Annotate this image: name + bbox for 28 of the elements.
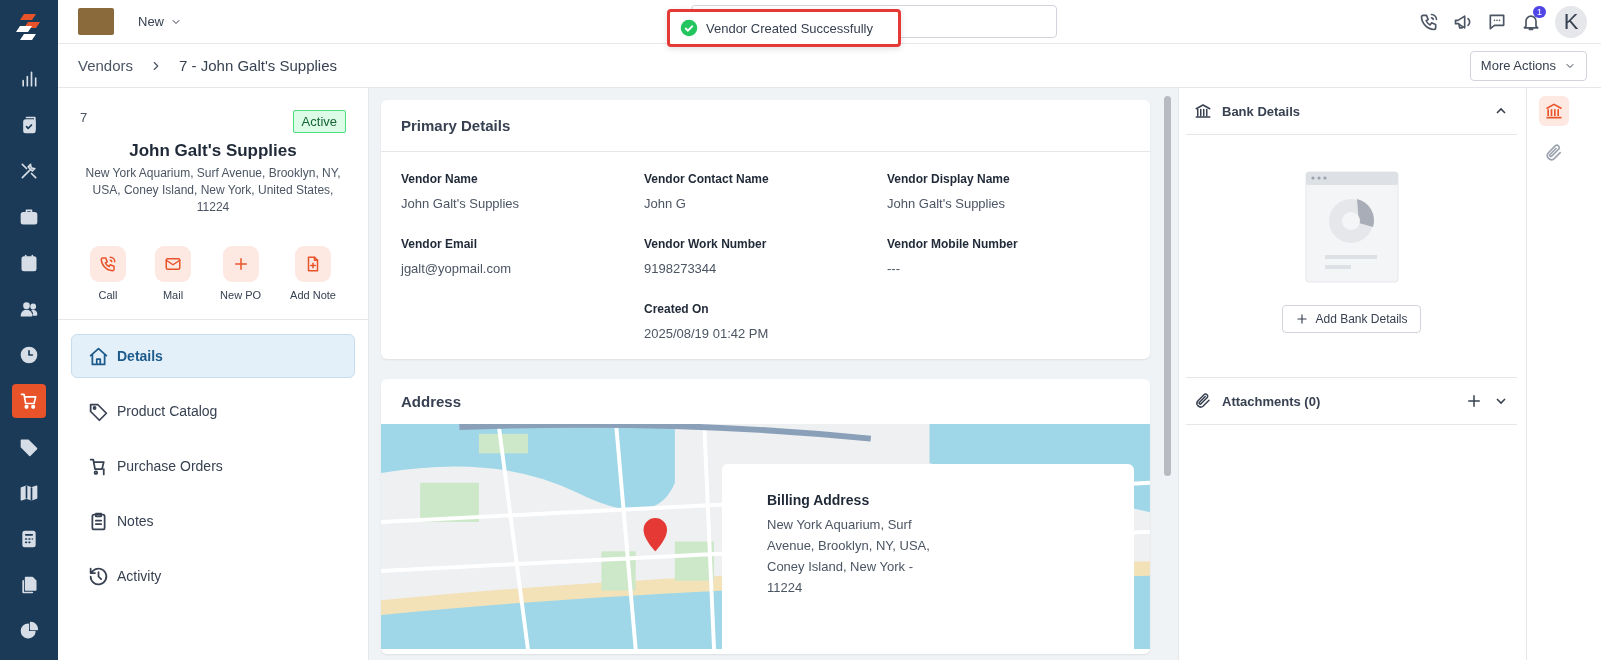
field-label: Vendor Display Name <box>887 172 1011 186</box>
field-label: Vendor Email <box>401 237 479 251</box>
address-line: Coney Island, New York - 11224 <box>767 558 914 597</box>
field-value: 2025/08/19 01:42 PM <box>644 326 770 341</box>
field-value: 9198273344 <box>644 261 718 276</box>
field-label: Vendor Mobile Number <box>887 237 1019 251</box>
section-title: Bank Details <box>1222 103 1302 119</box>
field-label: Vendor Work Number <box>644 237 768 251</box>
card-title: Address <box>400 392 463 412</box>
field-label: Vendor Name <box>401 172 479 186</box>
toast-message: Vendor Created Successfully <box>706 20 873 36</box>
card-title: Primary Details <box>381 100 1150 152</box>
field-value: John Galt's Supplies <box>401 196 521 211</box>
vendor-address: New York Aquarium, Surf Avenue, Brooklyn, NY, USA, Coney Island, New York, United States, 11224 <box>84 165 342 216</box>
notification-count: 1 <box>1532 5 1546 18</box>
status-badge: Active <box>292 110 346 133</box>
breadcrumb-current: 7 - John Galt's Supplies <box>179 57 337 74</box>
vendor-name: John Galt's Supplies <box>129 141 297 161</box>
field-value: John Galt's Supplies <box>887 196 1007 211</box>
field-value: jgalt@yopmail.com <box>401 261 512 276</box>
billing-title: Billing Address <box>767 492 871 508</box>
field-value: John G <box>644 196 687 211</box>
vendor-id: 7 <box>80 110 88 125</box>
address-line: New York Aquarium, Surf Avenue, Brooklyn, NY, USA, <box>767 516 931 555</box>
field-label: Created On <box>644 302 710 316</box>
section-title: Attachments (0) <box>1222 393 1322 409</box>
field-value: --- <box>887 261 901 276</box>
field-label: Vendor Contact Name <box>644 172 770 186</box>
